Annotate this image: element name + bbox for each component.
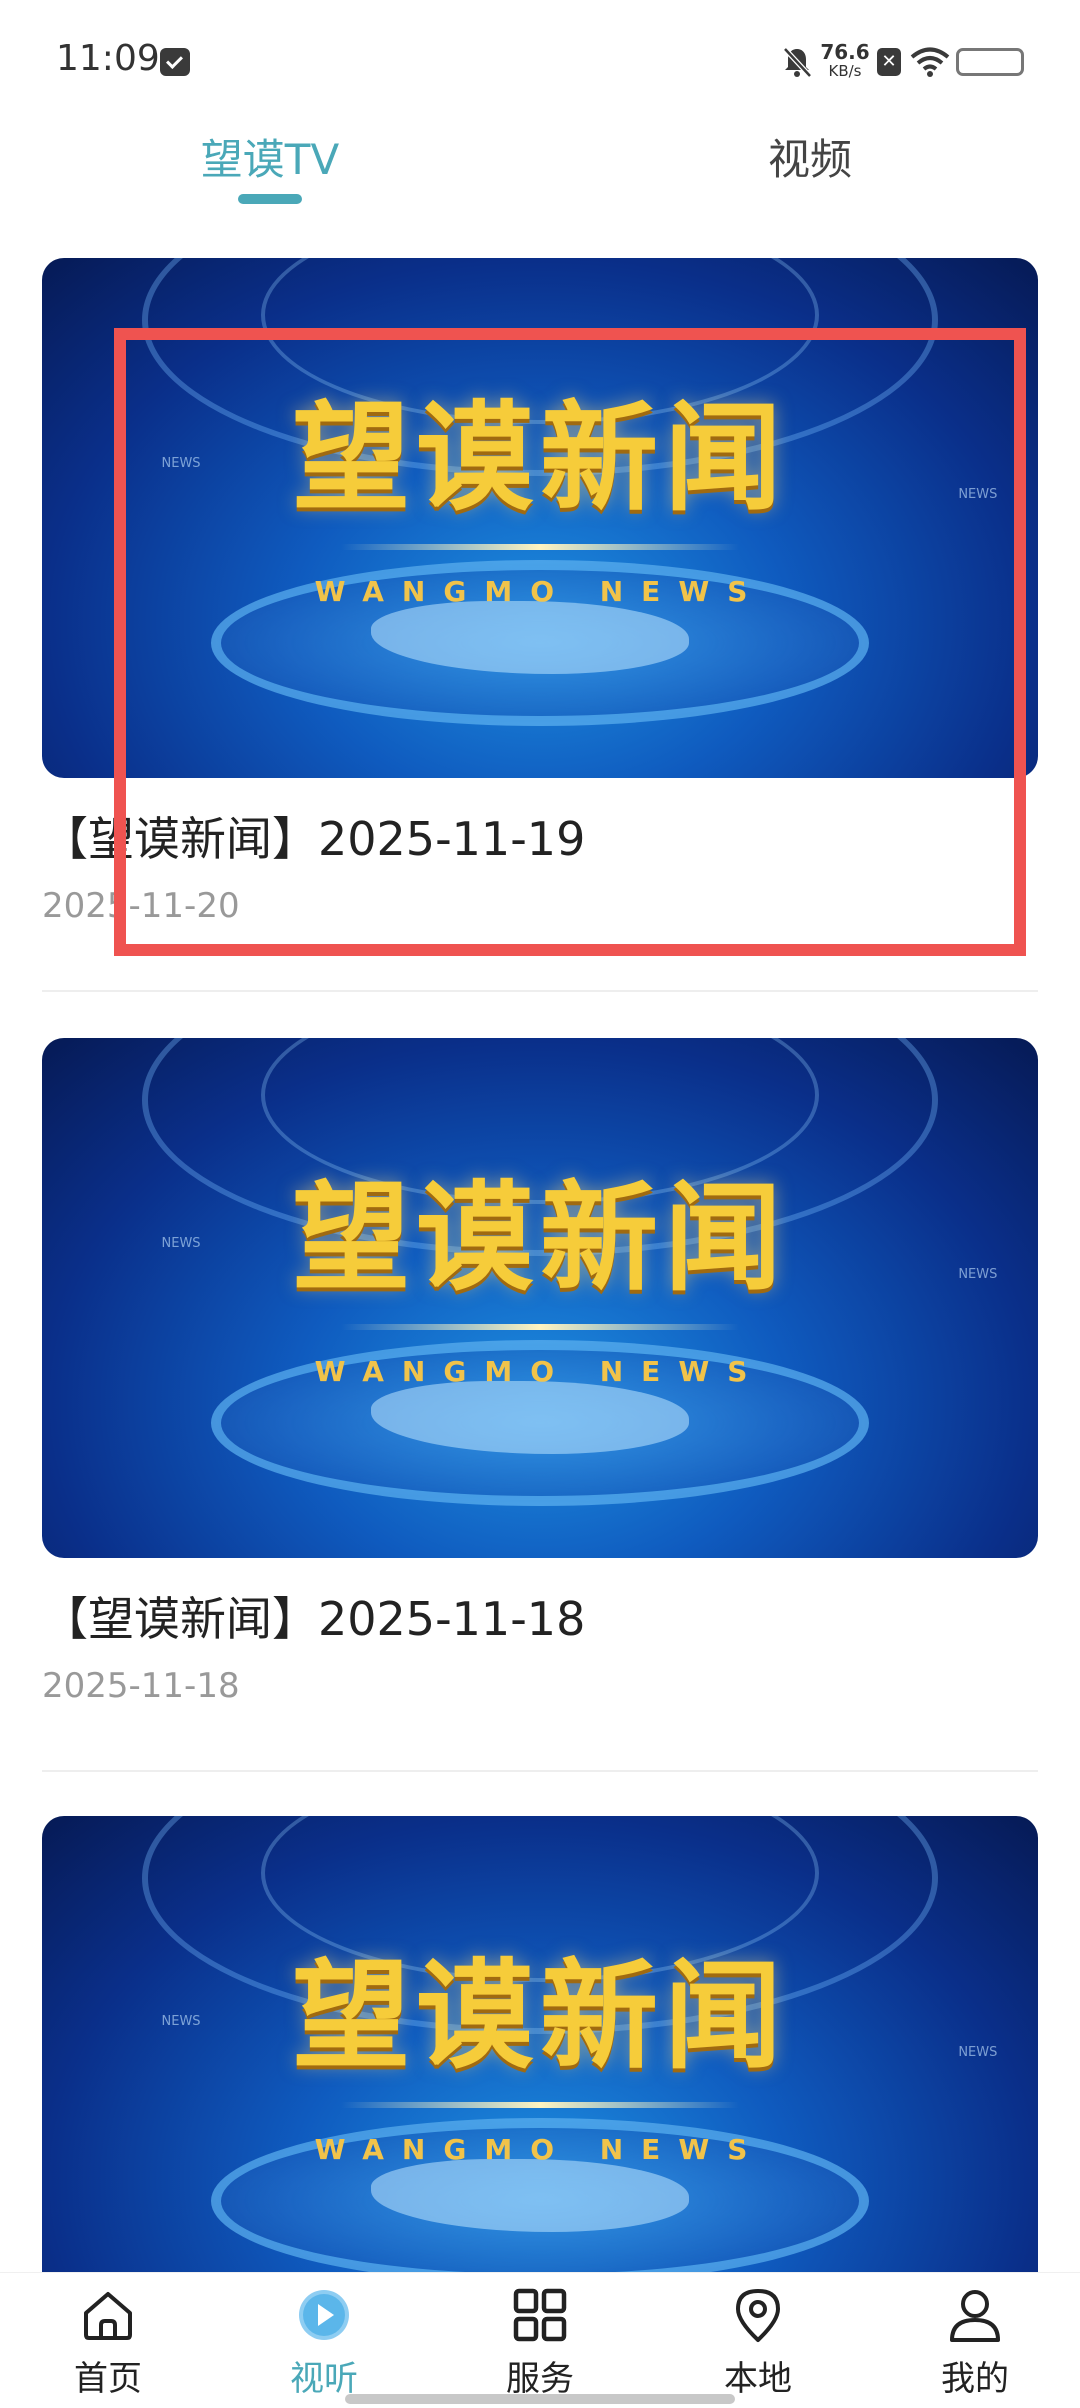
tab-video[interactable]: 视频 [680,126,940,187]
highlight-box [114,328,1026,956]
tab-indicator [238,194,302,204]
divider [42,990,1038,992]
location-pin-icon [736,2289,780,2342]
thumbnail-logo: 望谟新闻 [291,1947,788,2085]
nav-home[interactable]: 首页 [38,2273,178,2408]
notification-icon [160,48,190,76]
net-speed: 76.6 KB/s [820,42,870,79]
battery-icon [956,48,1024,76]
sim-icon: ✕ [877,48,901,76]
nav-profile-label: 我的 [941,2359,1009,2399]
top-tabs: 望谟TV 视频 [0,118,1080,228]
bell-off-icon [783,47,812,78]
thumbnail-logo-sub: WANGMO NEWS [314,2133,766,2167]
play-circle-icon [299,2290,349,2340]
thumbnail-logo-sub: WANGMO NEWS [314,1355,766,1389]
nav-media-label: 视听 [290,2359,358,2399]
net-speed-value: 76.6 [820,40,870,64]
bottom-nav: 首页 视听 服务 本地 我的 [0,2272,1080,2408]
thumbnail-logo: 望谟新闻 [291,1169,788,1307]
net-speed-unit: KB/s [828,62,862,80]
video-thumbnail[interactable]: NEWS NEWS 望谟新闻 WANGMO NEWS [42,1038,1038,1558]
nav-local-label: 本地 [724,2359,792,2399]
nav-media[interactable]: 视听 [254,2273,394,2408]
status-bar: 11:09 76.6 KB/s ✕ [0,0,1080,130]
status-time: 11:09 [56,38,160,79]
news-item[interactable]: NEWS NEWS 望谟新闻 WANGMO NEWS 【望谟新闻】2025-11… [0,1038,1080,1778]
grid-icon [513,2288,567,2342]
nav-home-label: 首页 [74,2359,142,2399]
nav-profile[interactable]: 我的 [905,2273,1045,2408]
user-icon [950,2290,1000,2342]
video-thumbnail[interactable]: NEWS NEWS 望谟新闻 WANGMO NEWS [42,1816,1038,2272]
nav-local[interactable]: 本地 [688,2273,828,2408]
news-date: 2025-11-18 [42,1666,240,1706]
nav-services[interactable]: 服务 [470,2273,610,2408]
news-item[interactable]: NEWS NEWS 望谟新闻 WANGMO NEWS [0,1816,1080,2272]
home-indicator[interactable] [345,2394,735,2404]
divider [42,1770,1038,1772]
tab-wangmo-tv[interactable]: 望谟TV [140,126,400,187]
home-icon [84,2292,132,2340]
nav-services-label: 服务 [506,2359,574,2399]
wifi-icon [910,47,950,77]
news-title[interactable]: 【望谟新闻】2025-11-18 [42,1583,585,1649]
